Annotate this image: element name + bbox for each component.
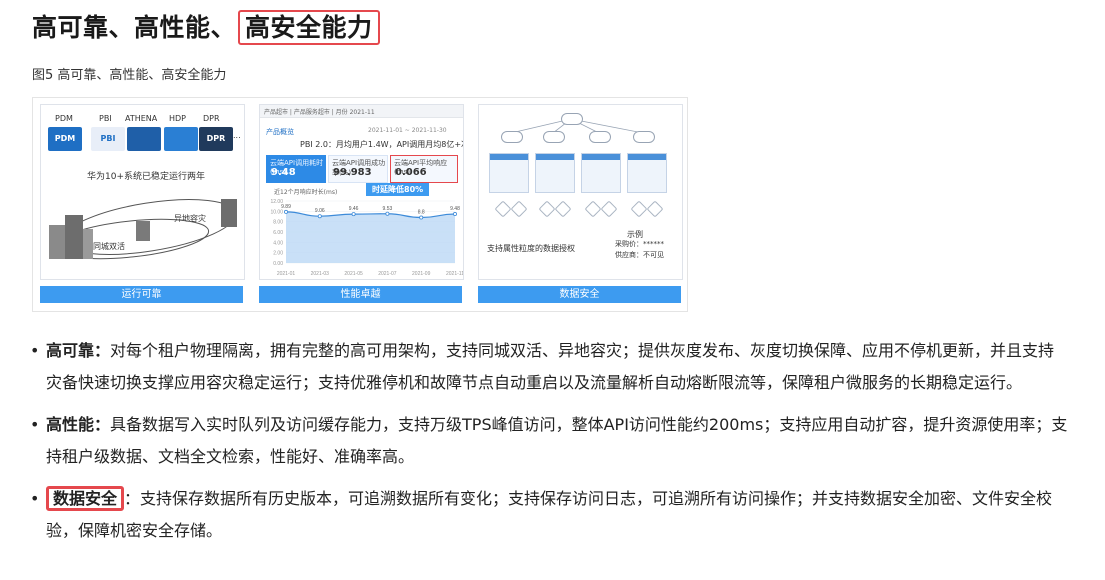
- data-label: 9.46: [349, 206, 359, 212]
- data-point: [283, 209, 288, 214]
- heading-highlight: 高安全能力: [238, 10, 380, 45]
- bullet-marker: •: [30, 489, 40, 508]
- heading-plain: 高可靠、高性能、: [32, 13, 237, 42]
- data-label: 9.06: [315, 208, 325, 214]
- logo-label-pbi: PBI: [99, 114, 112, 123]
- data-label: 9.89: [281, 204, 291, 210]
- figure-image: PDM PBI ATHENA HDP DPR PDM PBI DPR ... 华…: [32, 97, 688, 312]
- data-label: 9.48: [450, 206, 460, 212]
- performance-panel: 产品超市 | 产品服务超市 | 月份 2021-11 产品概览 2021-11-…: [259, 104, 464, 280]
- remote-dr-label: 异地容灾: [174, 214, 206, 223]
- logo-label-dpr: DPR: [203, 114, 220, 123]
- date-range: 2021-11-01 ~ 2021-11-30: [368, 127, 447, 134]
- legend-line-price: 采购价：******: [615, 240, 664, 248]
- kpi-card-3: 云端API平均响应(ms) 0.066: [390, 155, 458, 183]
- data-point: [351, 212, 356, 217]
- y-tick-label: 8.00: [273, 220, 283, 226]
- x-tick-label: 2021-01: [277, 271, 296, 277]
- desc-security: ：支持保存数据所有历史版本，可追溯数据所有变化；支持保存访问日志，可追溯所有访问…: [46, 489, 1053, 540]
- data-label: 8.8: [418, 210, 425, 216]
- tree-node: [543, 131, 565, 143]
- tree-node: [633, 131, 655, 143]
- y-tick-label: 0.00: [273, 261, 283, 267]
- security-panel: 支持属性粒度的数据授权 示例 采购价：****** 供应商：不可见: [478, 104, 683, 280]
- performance-bar: 性能卓越: [259, 286, 462, 303]
- pdm-logo: PDM: [48, 127, 82, 151]
- y-tick-label: 4.00: [273, 240, 283, 246]
- dashboard-headline: PBI 2.0：月均用户1.4W，API调用月均8亿+次: [300, 140, 464, 149]
- pbi-logo: PBI: [91, 127, 125, 151]
- more-logos-ellipsis: ...: [233, 131, 241, 140]
- term-reliability: 高可靠：: [46, 341, 111, 360]
- local-active-label: 同城双活: [93, 242, 125, 251]
- logo-label-hdp: HDP: [169, 114, 186, 123]
- hdp-logo: [164, 127, 198, 151]
- attribute-group: [627, 153, 667, 193]
- stability-subtitle: 华为10+系统已稳定运行两年: [87, 172, 205, 182]
- attribute-group: [535, 153, 575, 193]
- legend-line-supplier: 供应商：不可见: [615, 251, 664, 259]
- desc-performance: 具备数据写入实时队列及访问缓存能力，支持万级TPS峰值访问，整体API访问性能约…: [46, 415, 1068, 466]
- term-performance: 高性能：: [46, 415, 111, 434]
- x-tick-label: 2021-05: [344, 271, 363, 277]
- datacenter-illustration: [49, 199, 237, 260]
- reliability-panel: PDM PBI ATHENA HDP DPR PDM PBI DPR ... 华…: [40, 104, 245, 280]
- dashboard-topbar: 产品超市 | 产品服务超市 | 月份 2021-11: [264, 109, 375, 116]
- data-point: [317, 214, 322, 219]
- list-item-reliability: • 高可靠：对每个租户物理隔离，拥有完整的高可用架构，支持同城双活、异地容灾；提供…: [30, 335, 1070, 399]
- bullet-marker: •: [30, 341, 40, 360]
- athena-logo: [127, 127, 161, 151]
- desc-reliability: 对每个租户物理隔离，拥有完整的高可用架构，支持同城双活、异地容灾；提供灰度发布、…: [46, 341, 1055, 392]
- y-tick-label: 10.00: [270, 209, 283, 215]
- security-bar: 数据安全: [478, 286, 681, 303]
- y-tick-label: 6.00: [273, 230, 283, 236]
- logo-label-athena: ATHENA: [125, 114, 158, 123]
- dpr-logo: DPR: [199, 127, 233, 151]
- overview-tab: 产品概览: [266, 128, 294, 136]
- x-tick-label: 2021-11: [446, 271, 463, 277]
- x-tick-label: 2021-03: [311, 271, 330, 277]
- term-security: 数据安全: [46, 486, 125, 511]
- data-point: [452, 212, 457, 217]
- tree-root-node: [561, 113, 583, 125]
- latency-area-chart: 12.0010.008.006.004.002.000.009.892021-0…: [270, 199, 463, 277]
- attribute-group: [581, 153, 621, 193]
- x-tick-label: 2021-09: [412, 271, 431, 277]
- logo-label-pdm: PDM: [55, 114, 73, 123]
- bullet-marker: •: [30, 415, 40, 434]
- data-point: [419, 215, 424, 220]
- attribute-group: [489, 153, 529, 193]
- kpi-card-1: 云端API调用耗时(ms) 9.48: [266, 155, 326, 183]
- tree-node: [501, 131, 523, 143]
- data-label: 9.53: [383, 206, 393, 212]
- y-tick-label: 2.00: [273, 251, 283, 257]
- list-item-security: • 数据安全 ：支持保存数据所有历史版本，可追溯数据所有变化；支持保存访问日志，可追…: [30, 483, 1070, 547]
- x-tick-label: 2021-07: [378, 271, 397, 277]
- section-heading: 高可靠、高性能、 高安全能力: [32, 8, 380, 45]
- area-fill: [286, 211, 455, 263]
- kpi-card-2: 云端API调用成功率(%) 99.983: [328, 155, 388, 183]
- list-item-performance: • 高性能：具备数据写入实时队列及访问缓存能力，支持万级TPS峰值访问，整体API…: [30, 409, 1070, 473]
- capability-list: • 高可靠：对每个租户物理隔离，拥有完整的高可用架构，支持同城双活、异地容灾；提供…: [30, 335, 1070, 557]
- figure-caption: 图5 高可靠、高性能、高安全能力: [32, 68, 227, 83]
- data-point: [385, 211, 390, 216]
- tree-node: [589, 131, 611, 143]
- authorization-caption: 支持属性粒度的数据授权: [487, 244, 575, 253]
- reliability-bar: 运行可靠: [40, 286, 243, 303]
